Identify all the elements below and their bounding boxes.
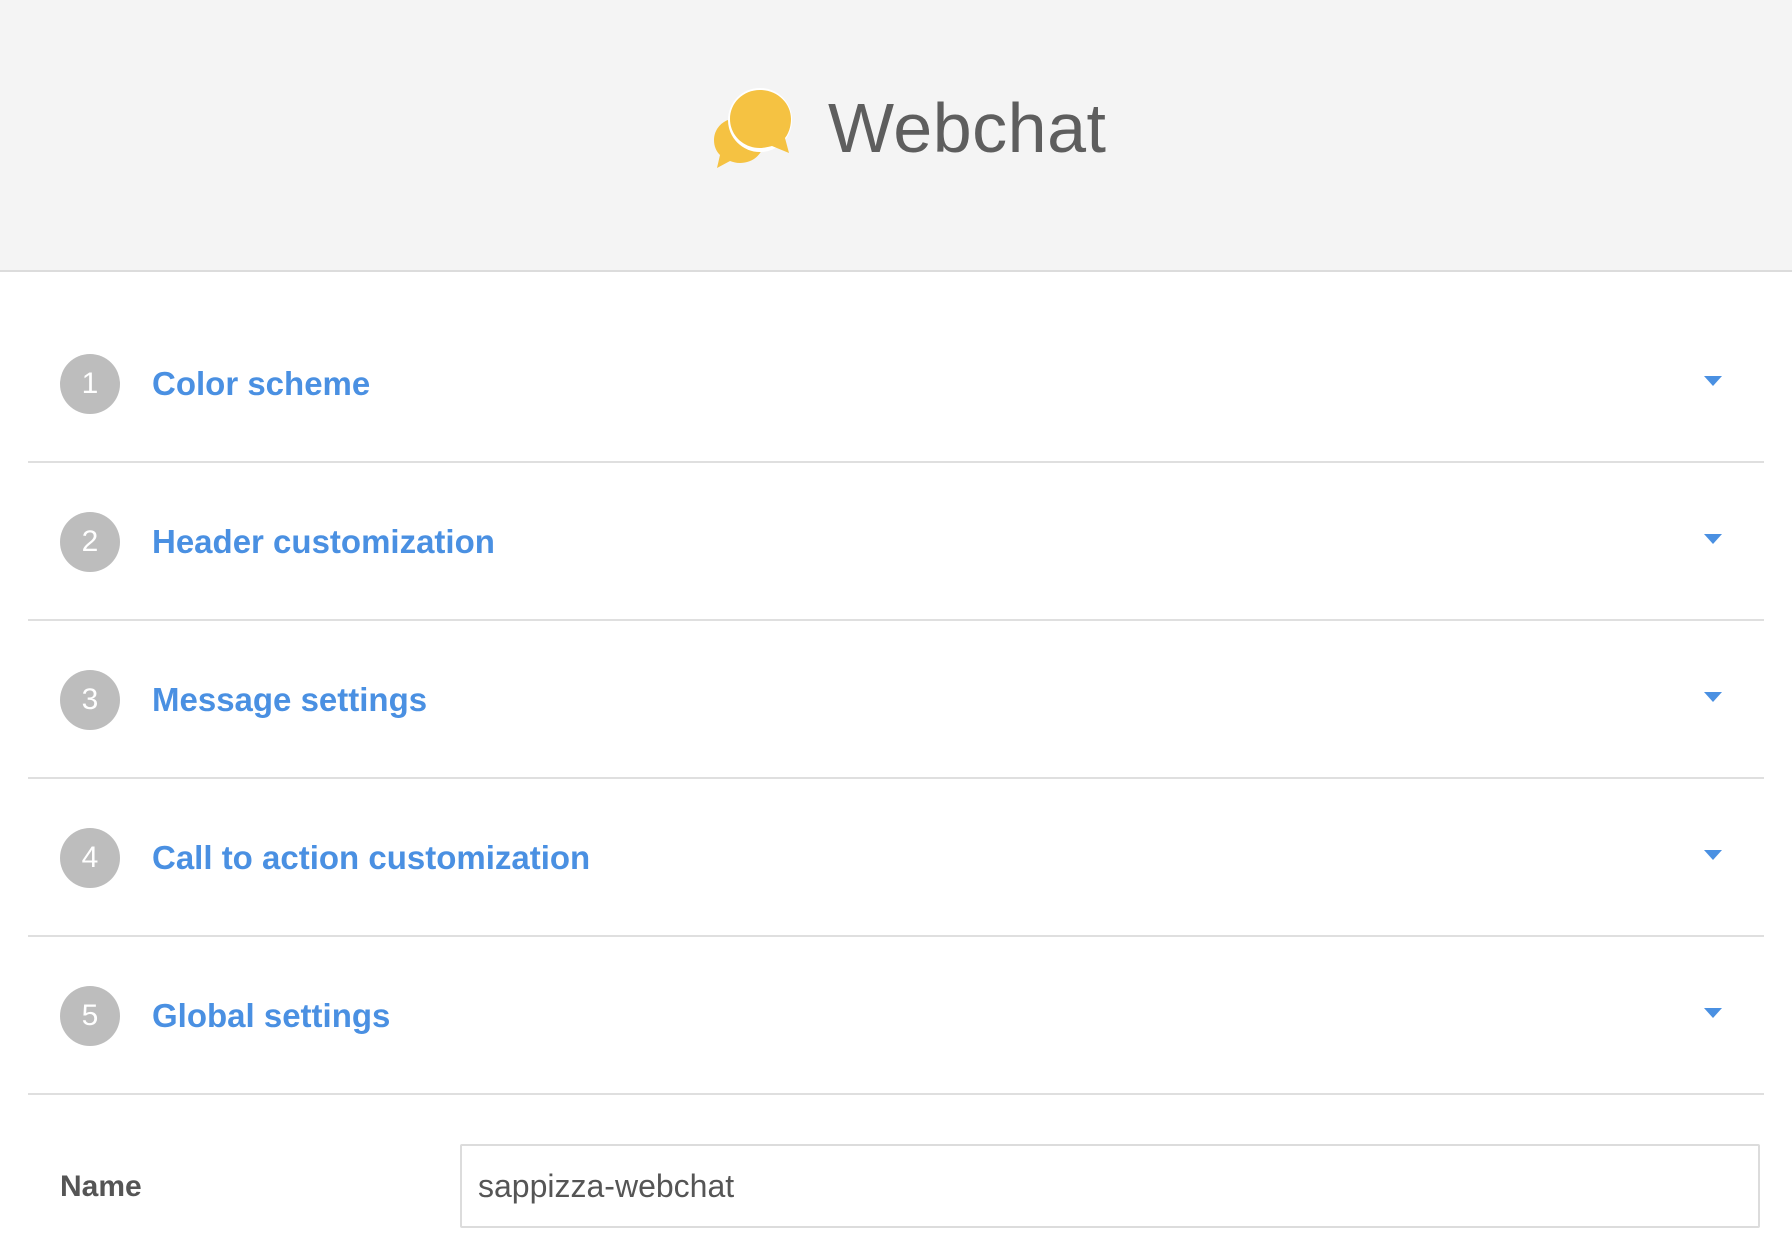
- step-color-scheme[interactable]: 1 Color scheme: [28, 305, 1764, 463]
- page-title: Webchat: [828, 89, 1107, 167]
- step-global-settings[interactable]: 5 Global settings: [28, 937, 1764, 1095]
- step-label[interactable]: Color scheme: [152, 364, 370, 404]
- page-header: Webchat: [0, 0, 1792, 272]
- chevron-down-icon[interactable]: [1704, 534, 1722, 544]
- chevron-down-icon[interactable]: [1704, 376, 1722, 386]
- chat-bubbles-icon: [710, 84, 798, 172]
- settings-accordion: 1 Color scheme 2 Header customization 3 …: [28, 305, 1764, 1095]
- chevron-down-icon[interactable]: [1704, 692, 1722, 702]
- name-input[interactable]: [460, 1144, 1760, 1228]
- step-message-settings[interactable]: 3 Message settings: [28, 621, 1764, 779]
- step-header-customization[interactable]: 2 Header customization: [28, 463, 1764, 621]
- name-form-row: Name: [28, 1144, 1764, 1230]
- step-label[interactable]: Global settings: [152, 996, 390, 1036]
- step-label[interactable]: Call to action customization: [152, 838, 590, 878]
- step-label[interactable]: Header customization: [152, 522, 495, 562]
- chevron-down-icon[interactable]: [1704, 850, 1722, 860]
- step-label[interactable]: Message settings: [152, 680, 427, 720]
- step-number-badge: 5: [60, 986, 120, 1046]
- step-number-badge: 2: [60, 512, 120, 572]
- name-label: Name: [60, 1170, 142, 1203]
- step-number-badge: 3: [60, 670, 120, 730]
- step-number-badge: 4: [60, 828, 120, 888]
- step-call-to-action-customization[interactable]: 4 Call to action customization: [28, 779, 1764, 937]
- header-brand: Webchat: [710, 84, 1106, 172]
- step-number-badge: 1: [60, 354, 120, 414]
- chevron-down-icon[interactable]: [1704, 1008, 1722, 1018]
